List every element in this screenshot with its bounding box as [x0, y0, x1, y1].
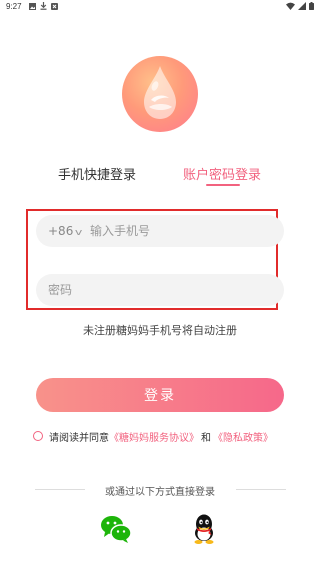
agreement-row: 请阅读并同意 《糖妈妈服务协议》 和 《隐私政策》: [33, 429, 273, 444]
phone-input[interactable]: [90, 222, 270, 240]
country-code-selector[interactable]: +86 v: [48, 224, 83, 238]
image-icon: [29, 2, 36, 10]
active-tab-indicator: [206, 184, 240, 186]
country-code-label: +86: [48, 224, 74, 238]
divider-line-right: [236, 489, 286, 490]
water-drop-logo: [144, 66, 176, 119]
privacy-link[interactable]: 《隐私政策》: [213, 429, 273, 444]
wifi-icon: [286, 2, 295, 10]
alt-login-label: 或通过以下方式直接登录: [105, 487, 215, 498]
chevron-down-icon: v: [75, 228, 83, 238]
tab-password-login[interactable]: 账户密码登录: [183, 164, 261, 183]
qq-login-button[interactable]: [190, 513, 218, 545]
wechat-icon: [101, 516, 132, 543]
phone-field: +86 v: [36, 215, 284, 247]
tab-phone-quick-login[interactable]: 手机快捷登录: [58, 164, 136, 183]
password-field: [36, 274, 284, 306]
login-button[interactable]: 登录: [36, 378, 284, 412]
status-icons-right: [286, 2, 314, 10]
status-time: 9:27: [6, 2, 22, 11]
wechat-login-button[interactable]: [100, 514, 132, 544]
qq-icon: [194, 514, 214, 544]
app-logo: [122, 56, 198, 132]
status-icons-left: [29, 2, 58, 10]
download-icon: [40, 2, 47, 10]
agreement-conjunction: 和: [201, 432, 211, 444]
agreement-checkbox[interactable]: [33, 431, 43, 441]
login-tabs: 手机快捷登录 账户密码登录: [0, 164, 320, 190]
auto-register-hint: 未注册糖妈妈手机号将自动注册: [83, 324, 237, 337]
alt-login-divider: 或通过以下方式直接登录: [0, 482, 320, 498]
signal-icon: [298, 2, 306, 10]
notification-icon: [51, 2, 58, 10]
terms-link[interactable]: 《糖妈妈服务协议》: [109, 429, 199, 444]
agreement-prefix: 请阅读并同意: [49, 432, 109, 444]
password-input[interactable]: [48, 281, 268, 299]
battery-icon: [309, 2, 314, 10]
status-bar: 9:27: [0, 0, 320, 14]
